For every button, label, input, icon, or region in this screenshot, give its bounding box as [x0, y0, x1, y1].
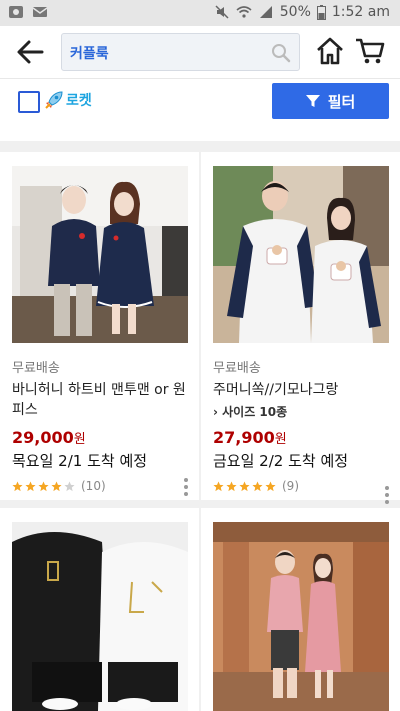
- star-empty-icon: [64, 480, 75, 491]
- search-input[interactable]: 커플룩: [61, 33, 300, 71]
- filter-label: 필터: [327, 92, 356, 111]
- price-value: 27,900: [213, 428, 275, 447]
- rocket-icon: [45, 91, 63, 109]
- more-options-icon[interactable]: [183, 477, 189, 497]
- home-icon[interactable]: [314, 35, 346, 67]
- filter-bar: 로켓 필터: [0, 78, 400, 141]
- rocket-label: 로켓: [66, 93, 92, 109]
- cart-icon[interactable]: [354, 35, 386, 67]
- free-shipping-label: 무료배송: [213, 361, 261, 376]
- back-arrow-icon[interactable]: [12, 36, 48, 68]
- star-icon: [51, 480, 62, 491]
- product-price: 27,900원: [213, 428, 287, 447]
- star-icon: [252, 480, 263, 491]
- search-query: 커플룩: [70, 46, 109, 62]
- currency-unit: 원: [274, 432, 287, 447]
- status-bar: 50% 1:52 am: [0, 0, 400, 26]
- price-value: 29,000: [12, 428, 74, 447]
- product-title[interactable]: 바니허니 하트비 맨투맨 or 원피스: [12, 380, 190, 420]
- star-icon: [38, 480, 49, 491]
- review-count: (10): [81, 479, 106, 493]
- app-header: 커플룩: [0, 26, 400, 78]
- rocket-delivery-badge[interactable]: 로켓: [44, 90, 92, 110]
- signal-icon: [259, 6, 272, 18]
- rating: (10): [12, 479, 106, 493]
- product-card[interactable]: [201, 508, 400, 711]
- app-notification-icon: [9, 6, 23, 18]
- wifi-icon: [236, 6, 252, 18]
- clock: 1:52 am: [331, 4, 390, 20]
- star-icon: [12, 480, 23, 491]
- star-icon: [25, 480, 36, 491]
- product-title[interactable]: 주머니쏙//기모나그랑: [213, 380, 391, 400]
- product-price: 29,000원: [12, 428, 86, 447]
- arrival-date: 금요일 2/2 도착 예정: [213, 452, 349, 470]
- product-image[interactable]: [213, 522, 389, 711]
- filter-button[interactable]: 필터: [272, 83, 389, 119]
- star-icon: [265, 480, 276, 491]
- rocket-checkbox[interactable]: [18, 91, 40, 113]
- battery-icon: [316, 4, 326, 20]
- arrival-date: 목요일 2/1 도착 예정: [12, 452, 148, 470]
- free-shipping-label: 무료배송: [12, 361, 60, 376]
- battery-percent: 50%: [279, 4, 311, 20]
- product-image[interactable]: [12, 166, 188, 343]
- product-card[interactable]: 무료배송 주머니쏙//기모나그랑 › 사이즈 10종 27,900원 금요일 2…: [201, 152, 400, 504]
- mute-icon: [215, 5, 229, 19]
- rating: (9): [213, 479, 299, 493]
- product-card[interactable]: [0, 508, 199, 711]
- review-count: (9): [282, 479, 299, 493]
- search-icon[interactable]: [271, 43, 291, 63]
- star-icon: [226, 480, 237, 491]
- product-image[interactable]: [213, 166, 389, 343]
- funnel-icon: [305, 95, 320, 107]
- more-options-icon[interactable]: [384, 485, 390, 505]
- size-options-link[interactable]: › 사이즈 10종: [213, 403, 287, 420]
- star-icon: [213, 480, 224, 491]
- star-icon: [239, 480, 250, 491]
- product-image[interactable]: [12, 522, 188, 711]
- product-card[interactable]: 무료배송 바니허니 하트비 맨투맨 or 원피스 29,000원 목요일 2/1…: [0, 152, 199, 500]
- mail-icon: [32, 7, 48, 17]
- currency-unit: 원: [73, 432, 86, 447]
